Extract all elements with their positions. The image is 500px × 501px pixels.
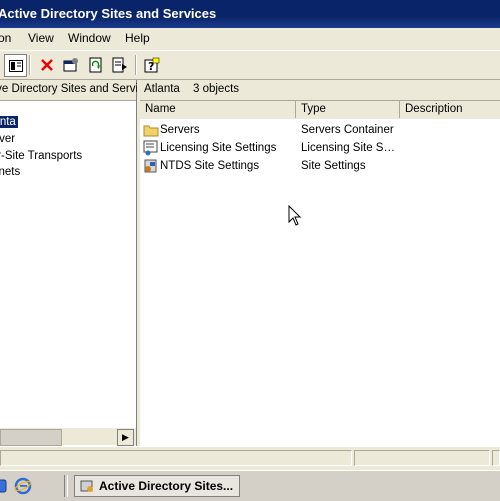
ad-sites-app-icon xyxy=(80,480,93,492)
scroll-right-arrow-icon[interactable]: ▶ xyxy=(117,429,134,446)
taskbar-button-ad-sites[interactable]: Active Directory Sites... xyxy=(74,475,240,497)
licensing-icon xyxy=(143,140,158,156)
taskbar: Active Directory Sites... xyxy=(0,470,500,501)
window-title: Active Directory Sites and Services xyxy=(0,6,217,21)
tree-item-subnets[interactable]: Subnets xyxy=(0,166,20,178)
menu-window[interactable]: Window xyxy=(68,31,111,45)
details-count: 3 objects xyxy=(193,83,240,95)
status-pane-main xyxy=(0,450,352,466)
column-headers: Name Type Description xyxy=(140,101,500,120)
status-bar xyxy=(0,446,500,469)
row-type: Licensing Site S… xyxy=(301,142,395,154)
properties-icon xyxy=(63,57,78,71)
details-header: Atlanta 3 objects xyxy=(140,80,500,101)
mouse-cursor-icon xyxy=(288,205,302,226)
folder-icon xyxy=(143,125,159,137)
delete-icon xyxy=(40,58,53,71)
scrollbar-thumb[interactable] xyxy=(0,429,62,446)
show-desktop-icon[interactable] xyxy=(0,478,8,494)
show-hide-console-tree-button[interactable] xyxy=(4,54,27,77)
status-pane-grip xyxy=(492,450,500,466)
tree-item-inter-site-transports[interactable]: Inter-Site Transports xyxy=(0,150,82,162)
taskbar-button-label: Active Directory Sites... xyxy=(99,479,234,493)
refresh-icon xyxy=(89,57,101,72)
details-list[interactable]: Servers Servers Container Licensing Site… xyxy=(140,119,500,446)
internet-explorer-icon[interactable] xyxy=(14,477,32,495)
toolbar: ? xyxy=(0,50,500,80)
properties-button[interactable] xyxy=(60,54,81,75)
list-item[interactable]: Servers Servers Container xyxy=(140,122,500,140)
tree-item-label: Denver xyxy=(0,133,16,145)
menu-help[interactable]: Help xyxy=(125,31,150,45)
tree-item-label: Atlanta xyxy=(0,116,18,128)
list-item[interactable]: NTDS Site Settings Site Settings xyxy=(140,158,500,176)
list-item[interactable]: Licensing Site Settings Licensing Site S… xyxy=(140,140,500,158)
delete-button[interactable] xyxy=(36,54,57,75)
tree-item-label: Inter-Site Transports xyxy=(0,150,83,162)
export-list-button[interactable] xyxy=(109,54,130,75)
ntds-settings-icon xyxy=(144,159,157,173)
console-tree-icon xyxy=(8,59,23,72)
row-name: Servers xyxy=(160,124,200,136)
menu-view[interactable]: View xyxy=(28,31,54,45)
tree-horizontal-scrollbar[interactable]: ▶ xyxy=(0,428,136,446)
console-tree[interactable] xyxy=(0,80,137,446)
tree-item-denver[interactable]: Denver xyxy=(0,133,15,145)
column-header-type[interactable]: Type xyxy=(296,101,400,118)
tree-item-label: Subnets xyxy=(0,166,21,178)
menu-action[interactable]: Action xyxy=(0,31,11,45)
row-name: Licensing Site Settings xyxy=(160,142,277,154)
column-header-description[interactable]: Description xyxy=(400,101,500,118)
tree-item-atlanta[interactable]: Atlanta xyxy=(0,116,18,128)
column-header-name[interactable]: Name xyxy=(140,101,296,118)
help-button[interactable]: ? xyxy=(141,54,162,75)
refresh-button[interactable] xyxy=(85,54,106,75)
menu-bar: Action View Window Help xyxy=(0,28,500,50)
details-location: Atlanta xyxy=(144,83,180,95)
title-bar: Active Directory Sites and Services xyxy=(0,0,500,28)
status-pane-secondary xyxy=(354,450,490,466)
row-type: Site Settings xyxy=(301,160,366,172)
row-name: NTDS Site Settings xyxy=(160,160,260,172)
export-list-icon xyxy=(112,57,127,72)
console-tree-header: Active Directory Sites and Services [c xyxy=(0,80,168,101)
help-icon: ? xyxy=(144,57,159,73)
row-type: Servers Container xyxy=(301,124,394,136)
